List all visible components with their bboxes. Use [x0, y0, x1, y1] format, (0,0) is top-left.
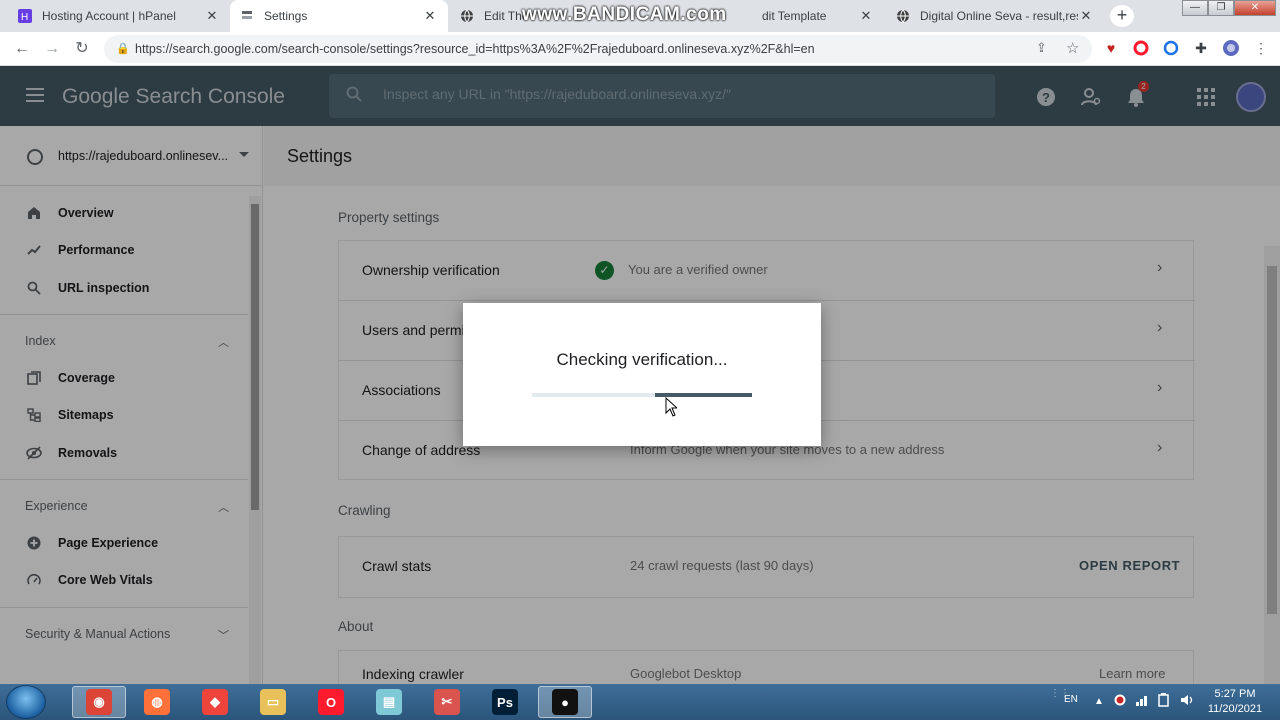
bookmark-star-icon[interactable]: ☆: [1066, 39, 1079, 57]
globe-icon: [896, 9, 910, 23]
sync-extension-icon[interactable]: [1162, 39, 1180, 57]
svg-text:H: H: [21, 12, 28, 23]
taskbar-app-button[interactable]: ◉: [72, 686, 126, 718]
taskbar-app-button[interactable]: ◆: [188, 686, 242, 718]
taskbar-app-button[interactable]: O: [304, 686, 358, 718]
hpanel-icon: H: [18, 9, 32, 23]
language-indicator[interactable]: EN: [1064, 694, 1078, 705]
url-text: https://search.google.com/search-console…: [135, 42, 815, 56]
opera-extension-icon[interactable]: [1132, 39, 1150, 57]
record-icon[interactable]: [1114, 694, 1126, 709]
system-clock[interactable]: 5:27 PM 11/20/2021: [1200, 687, 1270, 717]
notepad-icon: ▤: [376, 689, 402, 715]
address-bar: ← → ↻ 🔒 https://search.google.com/search…: [0, 32, 1280, 66]
progress-bar: [532, 393, 752, 397]
network-icon[interactable]: [1136, 694, 1150, 709]
verification-dialog: Checking verification...: [463, 303, 821, 446]
close-icon[interactable]: ✕: [858, 8, 874, 24]
volume-icon[interactable]: [1180, 693, 1194, 710]
browser-tab[interactable]: Digital Online Seva - result,resu ✕: [886, 0, 1104, 32]
taskbar-app-button[interactable]: ▭: [246, 686, 300, 718]
search-console-icon: [240, 9, 254, 23]
lock-icon: 🔒: [116, 43, 130, 55]
recording-watermark: www.BANDICAM.com: [522, 4, 727, 25]
snipping-tool-icon: ✂: [434, 689, 460, 715]
browser-tab[interactable]: dit Template ✕: [752, 0, 884, 32]
tab-title: Digital Online Seva - result,resu: [920, 9, 1078, 23]
dialog-message: Checking verification...: [556, 350, 728, 369]
window-close-icon[interactable]: ✕: [1234, 0, 1276, 16]
taskbar-app-button[interactable]: ●: [538, 686, 592, 718]
reload-icon[interactable]: ↻: [72, 39, 92, 59]
back-icon[interactable]: ←: [12, 39, 32, 59]
tab-title: Settings: [264, 9, 308, 23]
photoshop-icon: Ps: [492, 689, 518, 715]
close-icon[interactable]: ✕: [422, 8, 438, 24]
tab-title: dit Template: [762, 9, 827, 23]
puzzle-extensions-icon[interactable]: ✚: [1192, 39, 1210, 57]
taskbar-app-button[interactable]: ▤: [362, 686, 416, 718]
battery-icon[interactable]: [1158, 693, 1170, 710]
opera-icon: O: [318, 689, 344, 715]
show-hidden-icons-icon[interactable]: ▲: [1094, 696, 1104, 707]
taskbar-app-button[interactable]: Ps: [478, 686, 532, 718]
new-tab-button[interactable]: +: [1110, 5, 1134, 27]
globe-icon: [460, 9, 474, 23]
close-icon[interactable]: ✕: [204, 8, 220, 24]
taskbar-app-button[interactable]: ◍: [130, 686, 184, 718]
browser-menu-icon[interactable]: ⋮: [1252, 39, 1270, 57]
close-icon[interactable]: ✕: [1078, 8, 1094, 24]
taskbar-app-button[interactable]: ✂: [420, 686, 474, 718]
clock-date: 11/20/2021: [1207, 703, 1263, 715]
restore-icon[interactable]: ❐: [1208, 0, 1234, 16]
minimize-icon[interactable]: —: [1182, 0, 1208, 16]
share-icon[interactable]: ⇪: [1036, 40, 1047, 56]
profile-avatar-icon[interactable]: [1222, 39, 1240, 57]
bandicam-icon: ●: [552, 689, 578, 715]
tab-title: Hosting Account | hPanel: [42, 9, 176, 23]
heart-extension-icon[interactable]: ♥: [1102, 39, 1120, 57]
chrome-icon: ◉: [86, 689, 112, 715]
browser-tab-active[interactable]: Settings ✕: [230, 0, 448, 32]
window-controls: — ❐ ✕: [1182, 0, 1276, 18]
browser-tab-strip: H Hosting Account | hPanel ✕ Settings ✕ …: [0, 0, 1280, 32]
url-bar[interactable]: 🔒 https://search.google.com/search-conso…: [104, 35, 1092, 63]
start-button[interactable]: [6, 685, 46, 719]
browser-tab[interactable]: H Hosting Account | hPanel ✕: [8, 0, 230, 32]
forward-icon[interactable]: →: [42, 39, 62, 59]
clock-time: 5:27 PM: [1214, 688, 1256, 700]
windows-taskbar: ◉ ◍ ◆ ▭ O ▤ ✂ Ps ● ⋮⋮ EN ▲ 5:27 PM 11/20/2021: [0, 684, 1280, 720]
anydesk-icon: ◆: [202, 689, 228, 715]
mouse-pointer-icon: [665, 397, 677, 417]
firefox-icon: ◍: [144, 689, 170, 715]
file-explorer-icon: ▭: [260, 689, 286, 715]
